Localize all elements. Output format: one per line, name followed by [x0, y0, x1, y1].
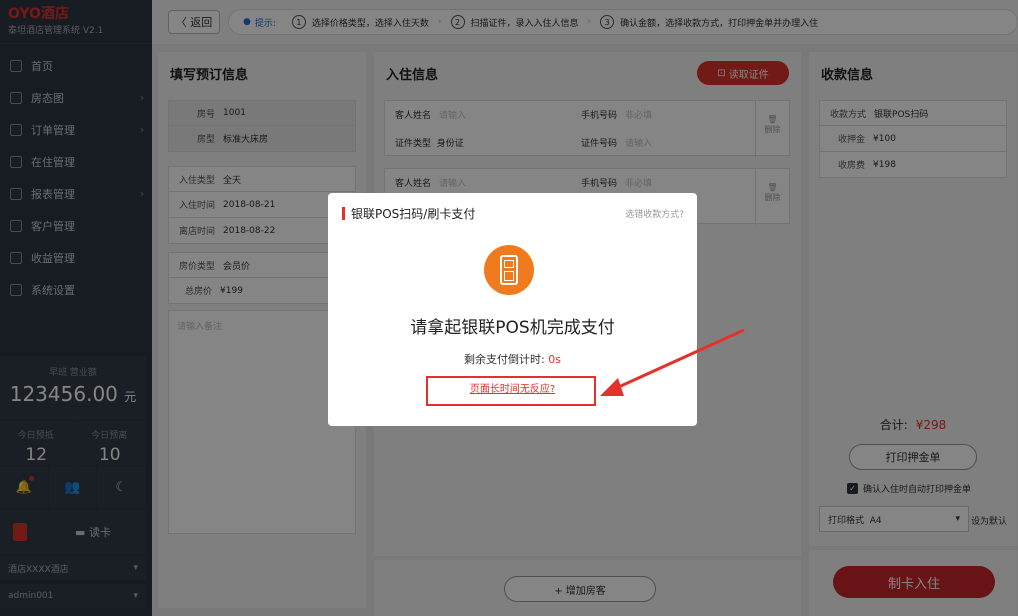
- switch-method-link[interactable]: 选错收款方式?: [625, 207, 684, 220]
- modal-header: 银联POS扫码/刷卡支付 选错收款方式?: [328, 193, 697, 233]
- highlight-box: [426, 376, 596, 406]
- title-accent: [342, 206, 345, 220]
- countdown-value: 0s: [548, 353, 561, 366]
- modal-title: 银联POS扫码/刷卡支付: [351, 206, 476, 221]
- countdown-label: 剩余支付倒计时:: [464, 353, 545, 366]
- countdown: 剩余支付倒计时: 0s: [328, 351, 697, 367]
- pos-device-icon: [484, 245, 534, 295]
- modal-main-message: 请拿起银联POS机完成支付: [410, 318, 615, 338]
